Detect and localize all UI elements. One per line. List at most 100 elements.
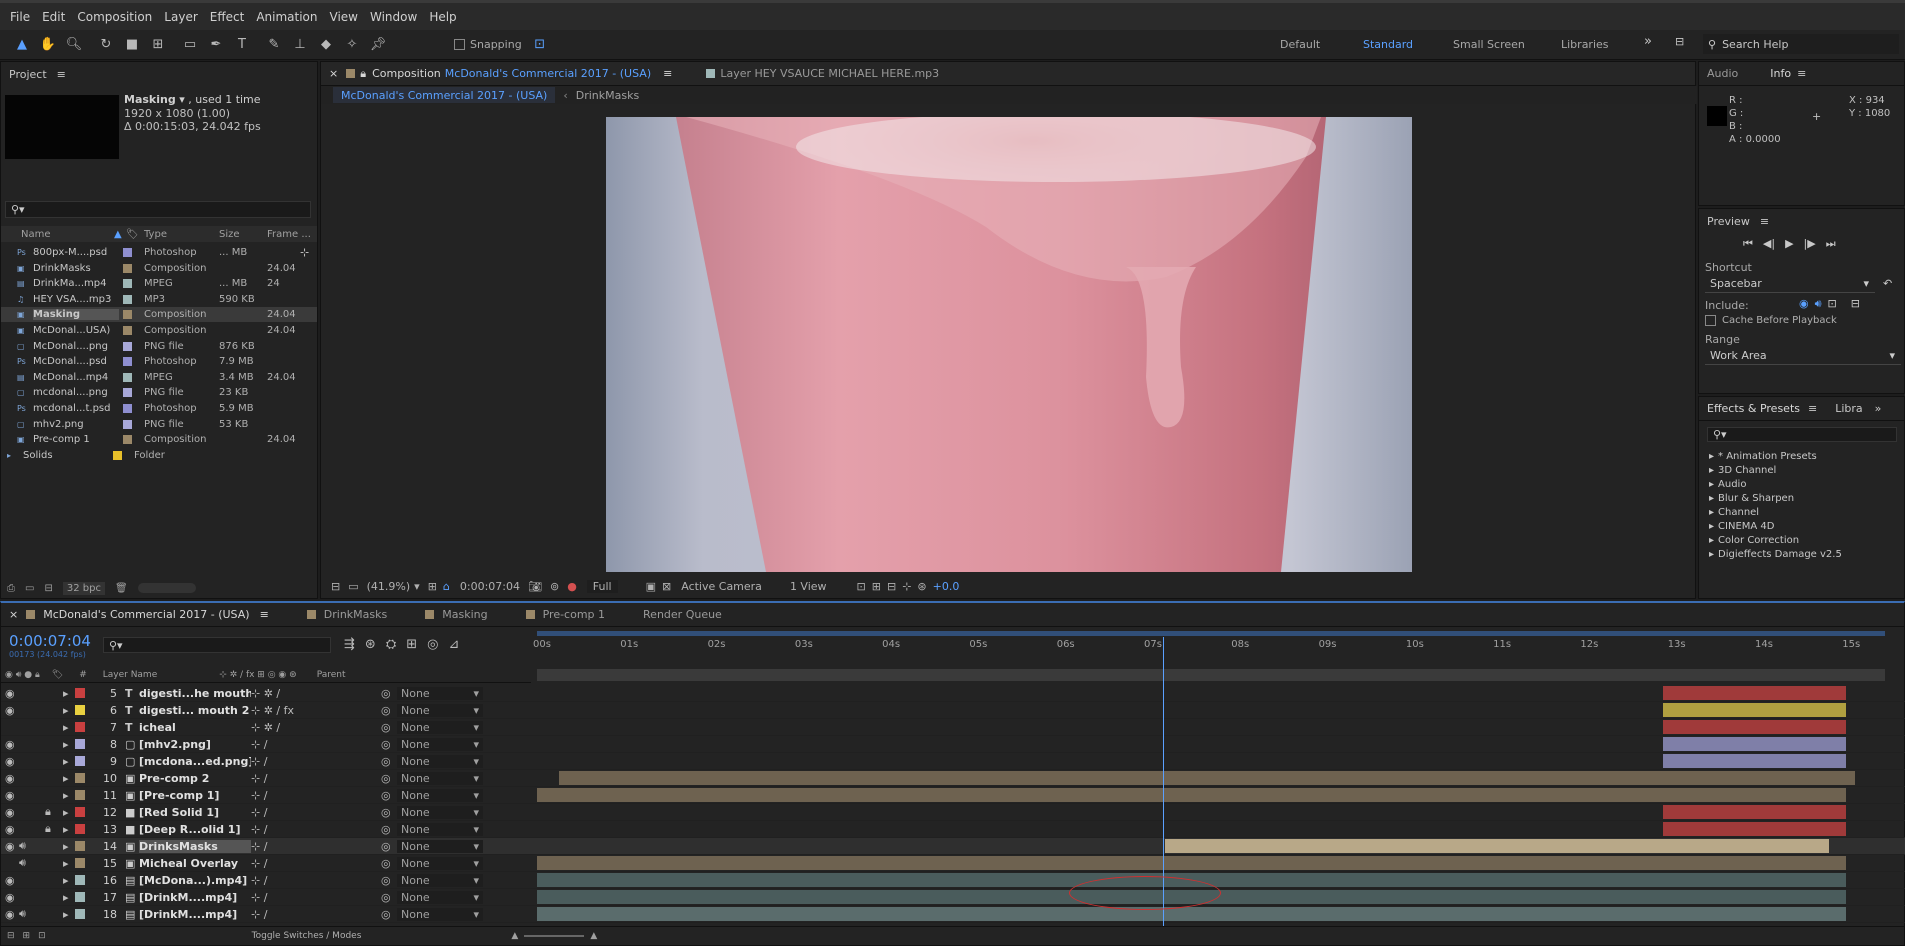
layer-name[interactable]: [Pre-comp 1] [139, 789, 251, 802]
layer-switches[interactable]: ⊹ ∕ [251, 823, 381, 836]
layer-switches[interactable]: ⊹ ∕ [251, 908, 381, 921]
eye-icon[interactable]: ◉ [5, 874, 19, 887]
timeline-current-time[interactable]: 0:00:07:04 [9, 632, 91, 650]
parent-dropdown[interactable]: None ▾ [397, 720, 483, 734]
layer-switches[interactable]: ⊹ ∕ [251, 857, 381, 870]
layer-duration-bar[interactable] [537, 856, 1847, 870]
project-item[interactable]: ▣ DrinkMasks Composition 24.04 [1, 261, 317, 276]
reset-exposure-icon[interactable]: ⊛ [917, 580, 926, 593]
parent-dropdown[interactable]: None ▾ [397, 737, 483, 751]
timeline-layer-row[interactable]: 🔊︎ ▸ 15 ▣ Micheal Overlay ⊹ ∕ ◎ None ▾ [1, 855, 1905, 872]
shy-layers-icon[interactable]: ⛭ [386, 637, 396, 652]
parent-dropdown[interactable]: None ▾ [397, 771, 483, 785]
disclosure-triangle-icon[interactable]: ▸ [63, 806, 75, 819]
bit-depth-button[interactable]: 32 bpc [62, 581, 105, 595]
workspace-default[interactable]: Default [1280, 38, 1320, 51]
layer-label-swatch[interactable] [75, 739, 85, 749]
audio-icon[interactable]: 🔊︎ [19, 839, 33, 853]
new-composition-icon[interactable]: ⊟ [44, 583, 52, 594]
snap-options-icon[interactable]: ⊡ [530, 35, 550, 55]
hand-tool-icon[interactable]: ✋ [38, 35, 58, 55]
menu-animation[interactable]: Animation [256, 10, 317, 24]
modes-icon[interactable]: ⊞ [23, 931, 31, 941]
zoom-out-icon[interactable]: ▲ [511, 931, 518, 941]
pickwhip-icon[interactable]: ◎ [381, 840, 397, 853]
layer-label-swatch[interactable] [75, 722, 85, 732]
rotate-tool-icon[interactable]: ↻ [96, 35, 116, 55]
layer-switches[interactable]: ⊹ ∕ [251, 840, 381, 853]
selection-tool-icon[interactable]: ▲ [12, 35, 32, 55]
camera-tool-icon[interactable]: ■ [122, 35, 142, 55]
layer-label-swatch[interactable] [75, 875, 85, 885]
layer-duration-bar[interactable] [537, 788, 1847, 802]
layer-name[interactable]: [DrinkM....mp4] [139, 891, 251, 904]
menu-window[interactable]: Window [370, 10, 417, 24]
next-frame-icon[interactable]: |▶ [1804, 237, 1816, 251]
timeline-layer-row[interactable]: ◉ ▸ 9 ▢ [mcdona...ed.png] ⊹ ∕ ◎ None ▾ [1, 753, 1905, 770]
timeline-layer-row[interactable]: ◉ ▸ 8 ▢ [mhv2.png] ⊹ ∕ ◎ None ▾ [1, 736, 1905, 753]
cache-checkbox[interactable] [1705, 315, 1716, 326]
zoom-tool-icon[interactable]: 🔍︎ [64, 35, 84, 55]
timeline-layer-row[interactable]: ◉ 🔊︎ ▸ 18 ▤ [DrinkM....mp4] ⊹ ∕ ◎ None ▾ [1, 906, 1905, 923]
timeline-tab[interactable]: Masking [425, 608, 488, 621]
parent-dropdown[interactable]: None ▾ [397, 805, 483, 819]
layer-duration-bar[interactable] [1662, 805, 1847, 819]
layer-name[interactable]: [Deep R...olid 1] [139, 823, 251, 836]
rectangle-tool-icon[interactable]: ▭ [180, 35, 200, 55]
panel-menu-icon[interactable]: ≡ [663, 67, 672, 80]
effects-search-input[interactable]: ⚲▾ [1707, 427, 1897, 442]
new-folder-icon[interactable]: ▭ [25, 583, 34, 594]
parent-dropdown[interactable]: None ▾ [397, 788, 483, 802]
time-ruler[interactable]: 00s 01s 02s 03s 04s 05s 06s 07s 08s 09s 10s 11s 12s 1… [533, 629, 1885, 669]
menu-view[interactable]: View [330, 10, 358, 24]
disclosure-triangle-icon[interactable]: ▸ [63, 874, 75, 887]
effects-category[interactable]: ▸ 3D Channel [1709, 465, 1776, 476]
project-item[interactable]: ♫ HEY VSA....mp3 MP3 590 KB [1, 292, 317, 307]
comp-flowchart-icon[interactable]: ⇶ [344, 637, 355, 652]
magnification-dropdown[interactable]: (41.9%) [367, 580, 411, 593]
layer-switches[interactable]: ⊹ ✲ ∕ [251, 721, 381, 734]
breadcrumb-drinkmasks[interactable]: DrinkMasks [576, 89, 639, 102]
layer-label-swatch[interactable] [75, 841, 85, 851]
eye-icon[interactable]: ◉ [5, 823, 19, 836]
pickwhip-icon[interactable]: ◎ [381, 721, 397, 734]
timeline-layer-row[interactable]: ◉ ▸ 6 T digesti... mouth 2 ⊹ ✲ ∕ fx ◎ No… [1, 702, 1905, 719]
resolution-dropdown[interactable]: Full [586, 579, 618, 593]
previous-frame-icon[interactable]: ◀| [1763, 237, 1775, 251]
interpret-footage-icon[interactable]: ⎙ [7, 583, 15, 594]
layer-switches[interactable]: ⊹ ∕ [251, 738, 381, 751]
video-toggle-icon[interactable]: ◉ [1799, 297, 1809, 311]
timeline-tab[interactable]: Pre-comp 1 [525, 608, 605, 621]
more-tabs-icon[interactable]: » [1875, 402, 1882, 415]
pickwhip-icon[interactable]: ◎ [381, 891, 397, 904]
channel-icon[interactable]: ● [567, 580, 577, 593]
timeline-layer-row[interactable]: ◉ ▸ 10 ▣ Pre-comp 2 ⊹ ∕ ◎ None ▾ [1, 770, 1905, 787]
layer-label-swatch[interactable] [75, 892, 85, 902]
audio-toggle-icon[interactable]: 🔊︎ [1815, 297, 1822, 311]
snapping-checkbox[interactable] [454, 39, 465, 50]
layer-name[interactable]: [DrinkM....mp4] [139, 908, 251, 921]
parent-dropdown[interactable]: None ▾ [397, 890, 483, 904]
breadcrumb-main-comp[interactable]: McDonald's Commercial 2017 - (USA) [333, 87, 556, 103]
timeline-zoom-slider[interactable] [524, 934, 585, 937]
last-frame-icon[interactable]: ⏭ [1826, 237, 1836, 251]
layer-switches[interactable]: ⊹ ✲ ∕ fx [251, 704, 381, 717]
panel-menu-icon[interactable]: ≡ [57, 68, 66, 81]
more-workspaces-icon[interactable]: » [1644, 34, 1652, 49]
effects-category[interactable]: ▸ Channel [1709, 507, 1759, 518]
region-of-interest-icon[interactable]: ▣ [646, 580, 656, 593]
trash-icon[interactable]: 🗑︎ [115, 583, 128, 594]
project-item[interactable]: Ps 800px-M....psd Photoshop ... MB [1, 245, 317, 260]
close-icon[interactable]: × [329, 67, 338, 80]
disclosure-triangle-icon[interactable]: ▸ [63, 857, 75, 870]
timeline-search-input[interactable]: ⚲▾ [103, 637, 331, 653]
disclosure-triangle-icon[interactable]: ▸ [63, 687, 75, 700]
menu-effect[interactable]: Effect [210, 10, 245, 24]
panel-menu-icon[interactable]: ≡ [260, 608, 269, 621]
flowchart-view-icon[interactable]: ⊹ [902, 580, 911, 593]
audio-icon[interactable]: 🔊︎ [19, 907, 33, 921]
eraser-tool-icon[interactable]: ◆ [316, 35, 336, 55]
roto-brush-tool-icon[interactable]: ✧ [342, 35, 362, 55]
show-snapshot-icon[interactable]: ⊚ [550, 580, 559, 593]
view-layout-dropdown[interactable]: 1 View [790, 580, 827, 593]
